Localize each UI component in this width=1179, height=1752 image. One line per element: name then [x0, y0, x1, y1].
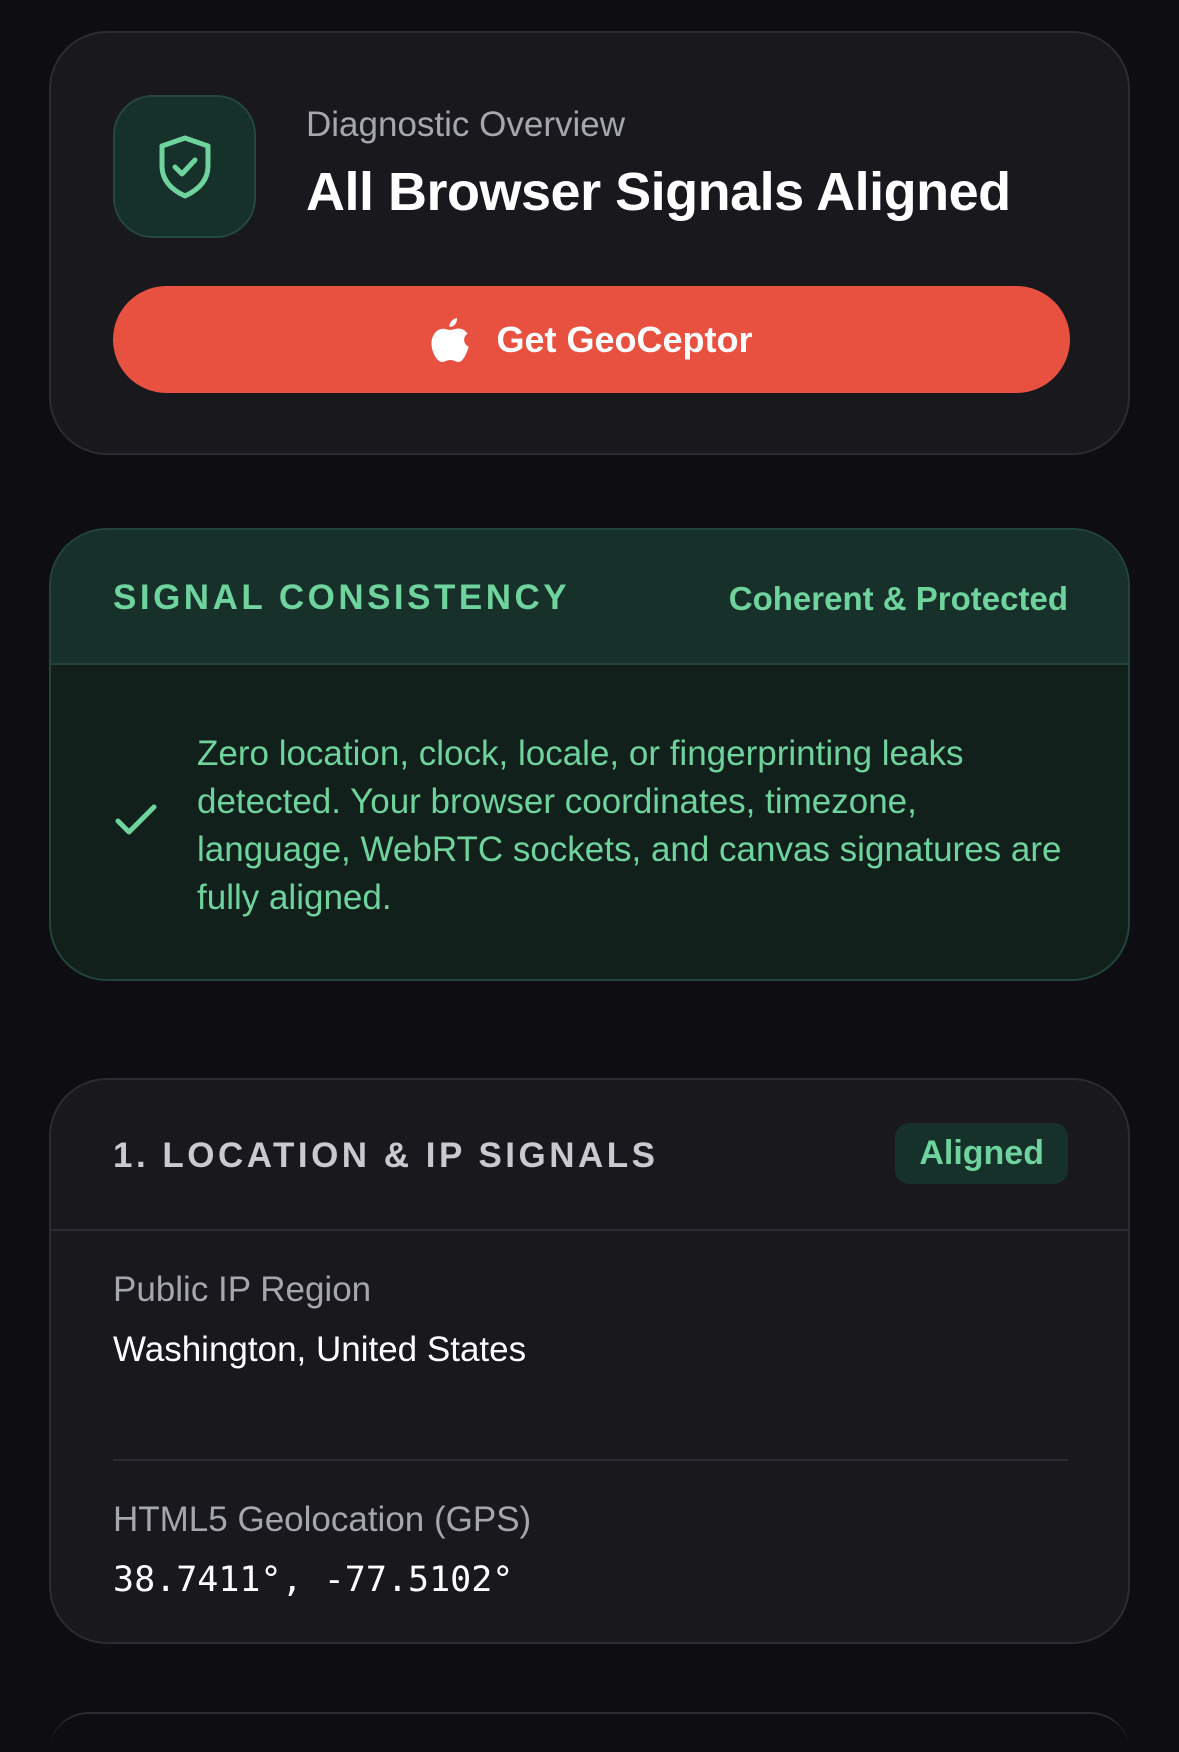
- overview-kicker: Diagnostic Overview: [306, 105, 625, 144]
- consistency-message: Zero location, clock, locale, or fingerp…: [197, 734, 1062, 917]
- geolocation-value: 38.7411°, -77.5102°: [113, 1560, 514, 1600]
- public-ip-region-label: Public IP Region: [113, 1270, 372, 1309]
- location-header: 1. LOCATION & IP SIGNALS Aligned: [51, 1080, 1128, 1231]
- consistency-status: Coherent & Protected: [728, 580, 1068, 617]
- next-card-edge: [49, 1712, 1130, 1752]
- location-ip-card: 1. LOCATION & IP SIGNALS Aligned Public …: [49, 1078, 1130, 1644]
- row-divider: [113, 1459, 1068, 1461]
- get-geoceptor-button[interactable]: Get GeoCeptor: [113, 286, 1070, 393]
- overview-card: Diagnostic Overview All Browser Signals …: [49, 31, 1130, 455]
- cta-label: Get GeoCeptor: [496, 318, 753, 360]
- status-badge: Aligned: [895, 1123, 1068, 1184]
- consistency-title: SIGNAL CONSISTENCY: [113, 578, 571, 617]
- page-title: All Browser Signals Aligned: [306, 162, 1011, 222]
- shield-tile: [113, 95, 256, 238]
- consistency-header: SIGNAL CONSISTENCY Coherent & Protected: [51, 530, 1128, 665]
- check-icon: [115, 804, 157, 835]
- section-title: 1. LOCATION & IP SIGNALS: [113, 1136, 659, 1175]
- geolocation-label: HTML5 Geolocation (GPS): [113, 1500, 532, 1539]
- signal-consistency-card: SIGNAL CONSISTENCY Coherent & Protected …: [49, 528, 1130, 981]
- shield-check-icon: [159, 135, 210, 198]
- apple-icon: [431, 317, 470, 362]
- public-ip-region-value: Washington, United States: [113, 1330, 527, 1369]
